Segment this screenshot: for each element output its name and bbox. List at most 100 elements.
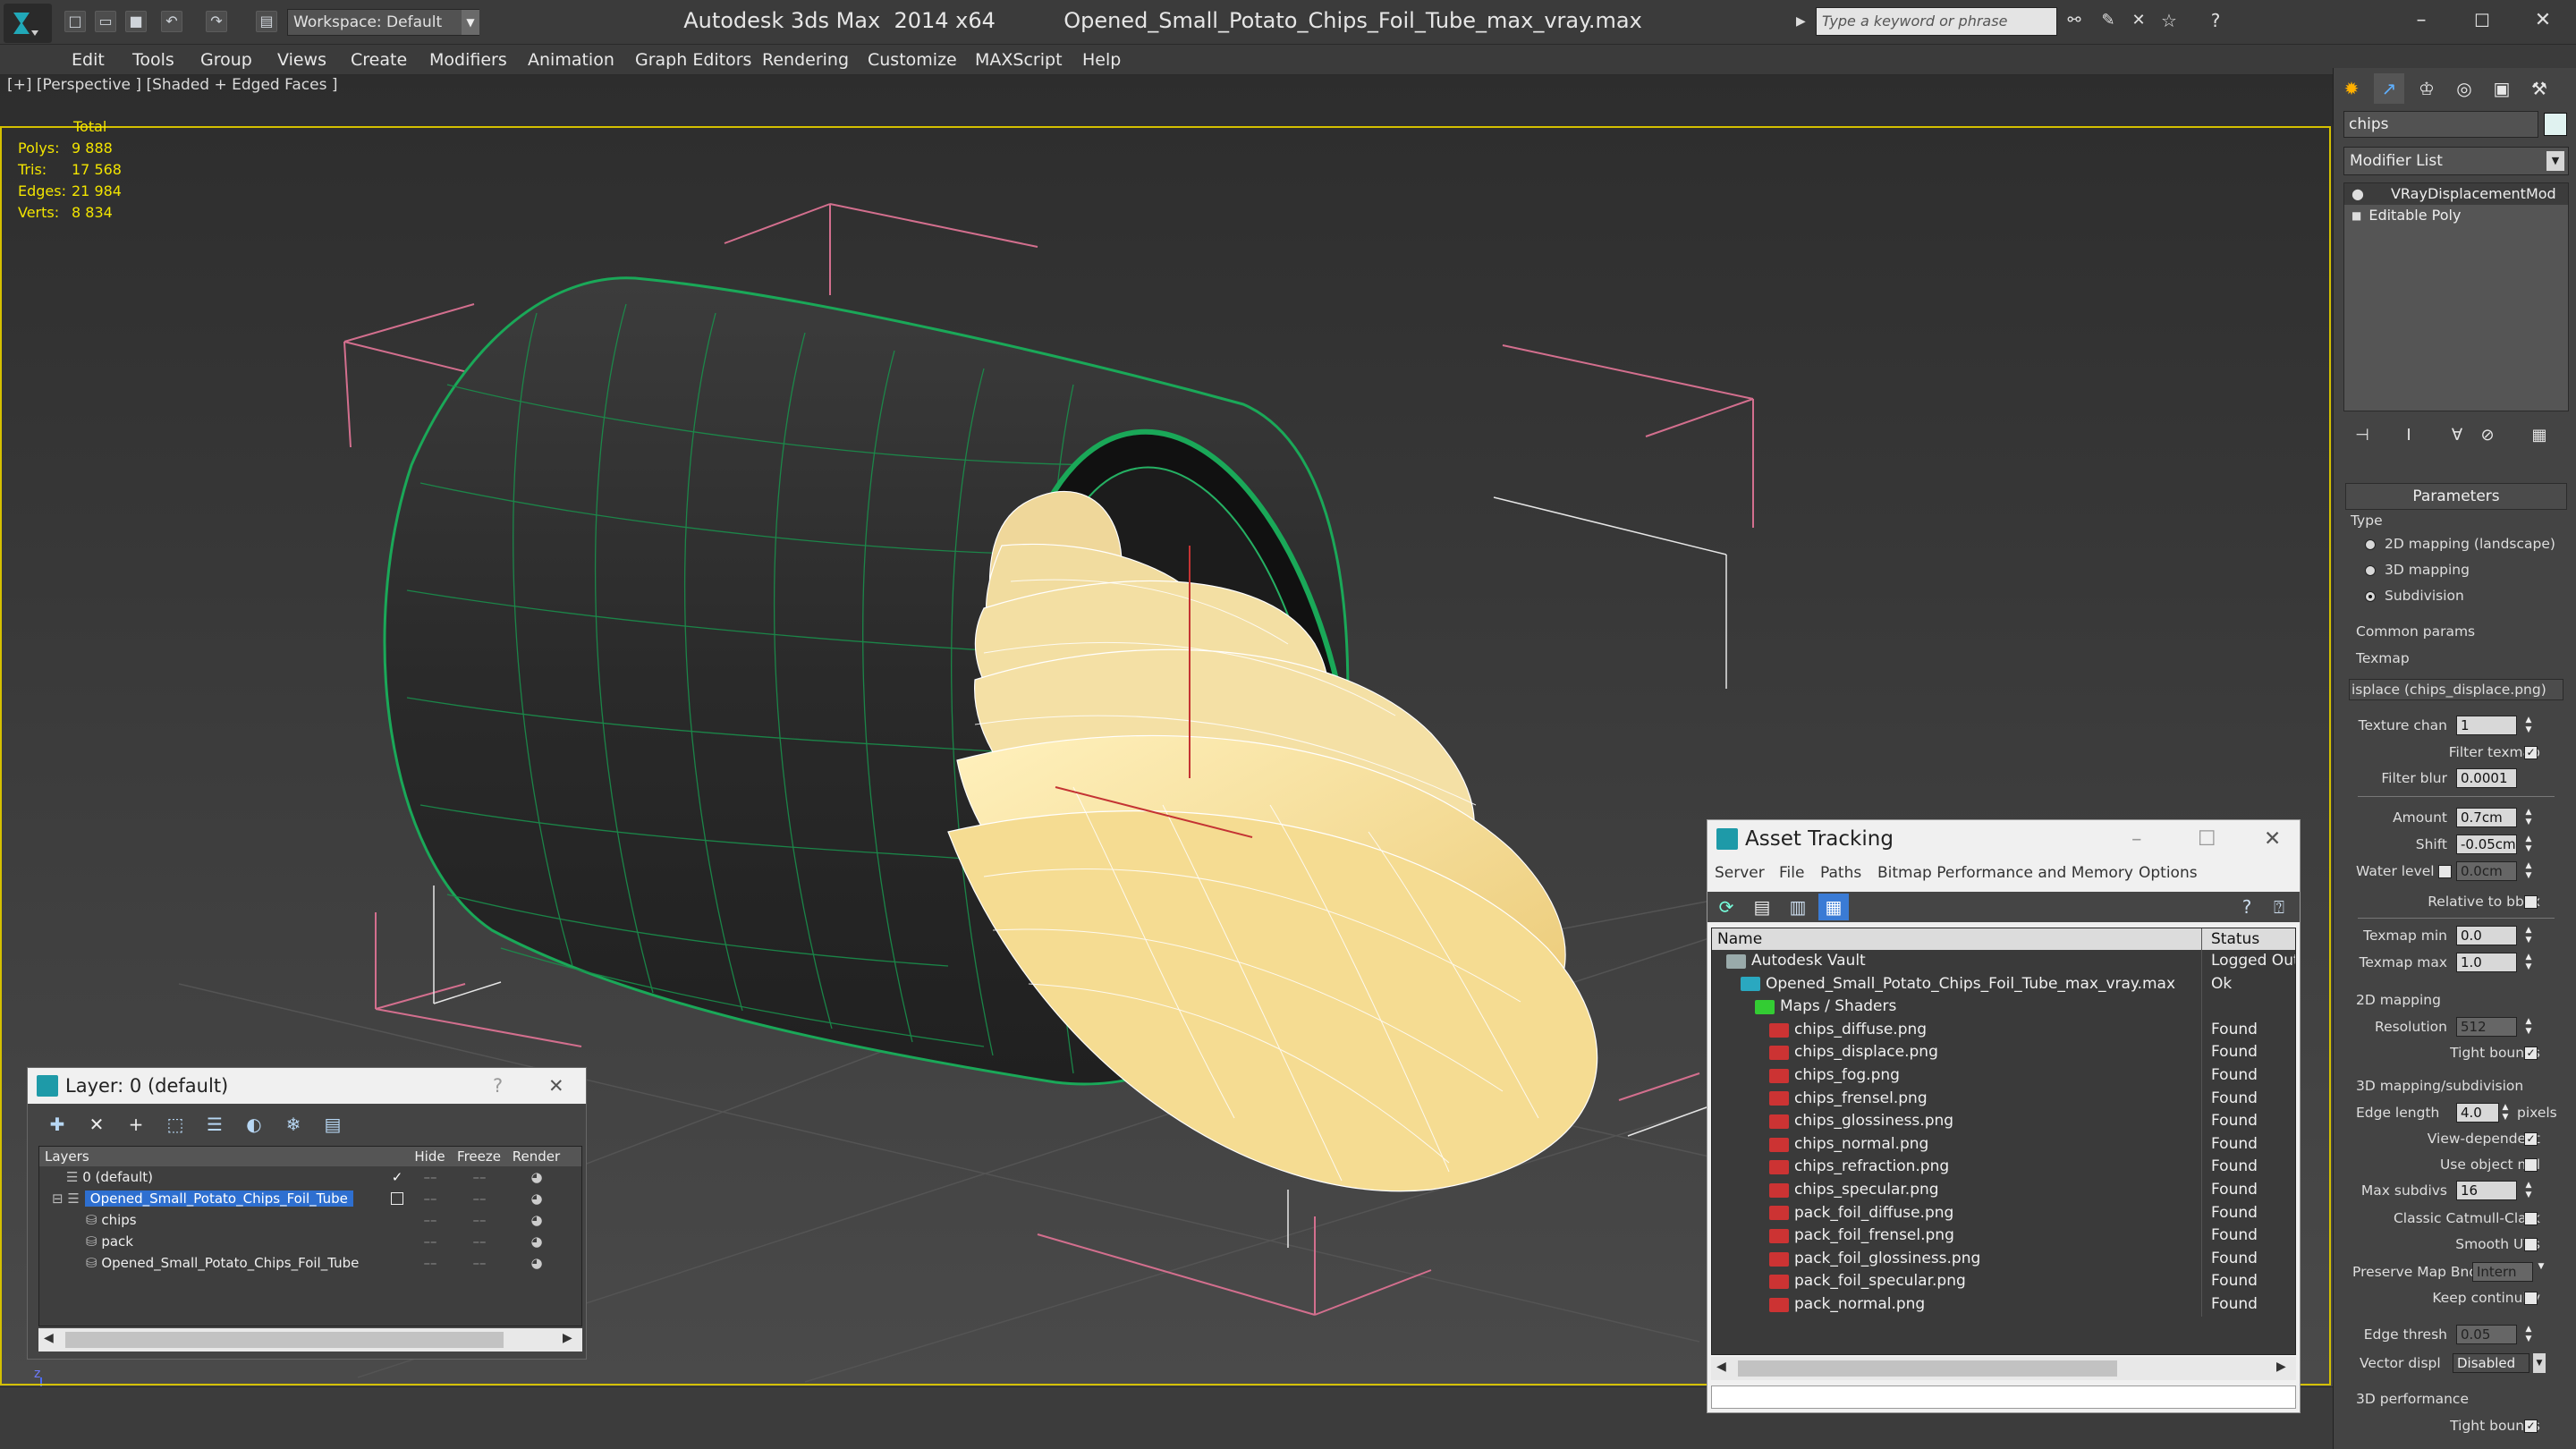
- scroll-left-icon[interactable]: ◀: [44, 1331, 54, 1345]
- type-3d-mapping-option[interactable]: 3D mapping: [2345, 557, 2567, 582]
- context-help-icon[interactable]: ⍰: [2264, 894, 2294, 920]
- preserve-map-bnd-select[interactable]: Preserve Map Bnd Intern ▼: [2345, 1259, 2567, 1284]
- scroll-right-icon[interactable]: ▶: [563, 1331, 572, 1345]
- viewport-label[interactable]: [+] [Perspective ] [Shaded + Edged Faces…: [7, 75, 337, 95]
- asset-row[interactable]: pack_normal.png Found: [1712, 1292, 2295, 1317]
- object-name-field[interactable]: chips: [2343, 111, 2538, 138]
- scroll-thumb[interactable]: [1738, 1360, 2117, 1377]
- tight-bounds-3d-checkbox[interactable]: Tight bounds ✓: [2345, 1413, 2567, 1438]
- classic-catmull-clark-checkbox[interactable]: Classic Catmull-Clark: [2345, 1206, 2567, 1231]
- select-objects-icon[interactable]: ⬚: [160, 1111, 191, 1138]
- asset-row[interactable]: chips_displace.png Found: [1712, 1041, 2295, 1064]
- render-teapot-icon[interactable]: ◕: [506, 1252, 567, 1274]
- stack-item-vray-displacement[interactable]: ● VRayDisplacementMod: [2344, 183, 2568, 205]
- expand-plus-icon[interactable]: ■: [2351, 205, 2361, 226]
- layer-dialog-title[interactable]: Layer: 0 (default) ? ✕: [28, 1068, 586, 1104]
- texmap-min-field[interactable]: Texmap min 0.0 ▲ ▼: [2345, 923, 2567, 948]
- lightbulb-icon[interactable]: ●: [2351, 183, 2364, 205]
- menu-create[interactable]: Create: [351, 45, 407, 75]
- highlight-layer-icon[interactable]: ☰: [199, 1111, 230, 1138]
- configure-sets-icon[interactable]: ▦: [2524, 422, 2555, 449]
- texture-chan-field[interactable]: Texture chan 1 ▲ ▼: [2345, 713, 2567, 738]
- column-freeze[interactable]: Freeze: [453, 1147, 506, 1166]
- radio-button[interactable]: [2365, 565, 2376, 576]
- edge-thresh-field[interactable]: Edge thresh 0.05 ▲ ▼: [2345, 1322, 2567, 1347]
- close-icon[interactable]: ✕: [2528, 5, 2558, 36]
- render-teapot-icon[interactable]: ◕: [506, 1188, 567, 1209]
- relative-to-bbox-checkbox[interactable]: Relative to bbox: [2345, 889, 2567, 914]
- scroll-thumb[interactable]: [65, 1332, 504, 1348]
- view-dependent-checkbox[interactable]: View-dependent ✓: [2345, 1126, 2567, 1151]
- asset-row[interactable]: pack_foil_specular.png Found: [1712, 1270, 2295, 1293]
- asset-row[interactable]: chips_specular.png Found: [1712, 1178, 2295, 1202]
- menu-modifiers[interactable]: Modifiers: [429, 45, 507, 75]
- filter-texmap-checkbox[interactable]: Filter texmap ✓: [2345, 740, 2567, 765]
- use-object-mtl-checkbox[interactable]: Use object mtl: [2345, 1152, 2567, 1177]
- asset-menu-paths[interactable]: Paths: [1820, 858, 1861, 888]
- column-name[interactable]: Name: [1712, 928, 2202, 950]
- radio-button[interactable]: [2365, 591, 2376, 602]
- menu-customize[interactable]: Customize: [868, 45, 957, 75]
- close-icon[interactable]: ✕: [548, 1068, 564, 1104]
- layer-object-row[interactable]: ⛁ pack –– –– ◕: [39, 1231, 581, 1252]
- max-subdivs-field[interactable]: Max subdivs 16 ▲ ▼: [2345, 1178, 2567, 1203]
- asset-menu-bitmap[interactable]: Bitmap Performance and Memory: [1877, 858, 2133, 888]
- modifier-list-select[interactable]: Modifier List ▼: [2343, 147, 2569, 175]
- menu-graph-editors[interactable]: Graph Editors: [635, 45, 751, 75]
- refresh-icon[interactable]: ⟳: [1711, 894, 1741, 920]
- column-status[interactable]: Status: [2202, 928, 2295, 950]
- layer-row[interactable]: ☰ 0 (default) ✓ –– –– ◕: [39, 1166, 581, 1188]
- texmap-max-field[interactable]: Texmap max 1.0 ▲ ▼: [2345, 950, 2567, 975]
- scroll-right-icon[interactable]: ▶: [2276, 1360, 2286, 1374]
- keep-continuity-checkbox[interactable]: Keep continuity: [2345, 1285, 2567, 1310]
- asset-row[interactable]: chips_normal.png Found: [1712, 1132, 2295, 1157]
- new-layer-icon[interactable]: ✚: [42, 1111, 72, 1138]
- asset-tracking-title[interactable]: Asset Tracking – ☐ ✕: [1707, 820, 2300, 858]
- maximize-icon[interactable]: ☐: [2467, 5, 2497, 36]
- maximize-icon[interactable]: ☐: [2198, 820, 2216, 858]
- asset-row[interactable]: pack_foil_diffuse.png Found: [1712, 1201, 2295, 1225]
- column-layers[interactable]: Layers: [39, 1147, 386, 1166]
- workspace-select[interactable]: Workspace: Default: [287, 9, 479, 36]
- menu-maxscript[interactable]: MAXScript: [975, 45, 1063, 75]
- asset-row[interactable]: pack_foil_frensel.png Found: [1712, 1224, 2295, 1248]
- list-view-icon[interactable]: ▤: [1747, 894, 1777, 920]
- hide-all-icon[interactable]: ◐: [239, 1111, 269, 1138]
- table-view-icon[interactable]: ▦: [1818, 894, 1849, 920]
- stack-item-editable-poly[interactable]: ■ Editable Poly: [2344, 205, 2568, 226]
- search-input[interactable]: Type a keyword or phrase: [1816, 7, 2057, 36]
- favorites-star-icon[interactable]: ☆: [2154, 5, 2184, 36]
- tree-view-icon[interactable]: ▥: [1783, 894, 1813, 920]
- menu-edit[interactable]: Edit: [72, 45, 105, 75]
- app-menu-button[interactable]: [4, 4, 52, 43]
- menu-tools[interactable]: Tools: [132, 45, 174, 75]
- add-to-layer-icon[interactable]: +: [121, 1111, 151, 1138]
- display-tab-icon[interactable]: ▣: [2487, 73, 2517, 104]
- asset-menu-server[interactable]: Server: [1715, 858, 1765, 888]
- vector-displ-select[interactable]: Vector displ Disabled ▼: [2345, 1351, 2567, 1376]
- help-icon[interactable]: ?: [493, 1068, 503, 1104]
- remove-modifier-icon[interactable]: ⊘: [2472, 422, 2503, 449]
- save-file-icon[interactable]: ■: [125, 11, 147, 32]
- help-icon[interactable]: ?: [2200, 5, 2231, 36]
- create-tab-icon[interactable]: ✹: [2336, 73, 2367, 104]
- hierarchy-tab-icon[interactable]: ♔: [2411, 73, 2442, 104]
- asset-row[interactable]: chips_refraction.png Found: [1712, 1156, 2295, 1179]
- layer-object-row[interactable]: ⛁ Opened_Small_Potato_Chips_Foil_Tube ––…: [39, 1252, 581, 1274]
- freeze-all-icon[interactable]: ❄: [278, 1111, 309, 1138]
- active-layer-check-icon[interactable]: ✓: [386, 1166, 408, 1188]
- menu-group[interactable]: Group: [200, 45, 252, 75]
- texmap-button[interactable]: isplace (chips_displace.png): [2345, 677, 2567, 702]
- modify-tab-icon[interactable]: ↗: [2374, 73, 2404, 104]
- expand-search-icon[interactable]: ▶: [1796, 9, 1812, 34]
- asset-row[interactable]: chips_frensel.png Found: [1712, 1087, 2295, 1111]
- object-color-swatch[interactable]: [2544, 113, 2567, 136]
- close-icon[interactable]: ✕: [2264, 820, 2281, 858]
- make-unique-icon[interactable]: ∀: [2442, 422, 2472, 449]
- menu-views[interactable]: Views: [277, 45, 326, 75]
- layer-object-row[interactable]: ⛁ chips –– –– ◕: [39, 1209, 581, 1231]
- menu-help[interactable]: Help: [1082, 45, 1121, 75]
- scroll-left-icon[interactable]: ◀: [1716, 1360, 1726, 1374]
- render-teapot-icon[interactable]: ◕: [506, 1209, 567, 1231]
- water-level-field[interactable]: Water level 0.0cm ▲ ▼: [2345, 859, 2567, 884]
